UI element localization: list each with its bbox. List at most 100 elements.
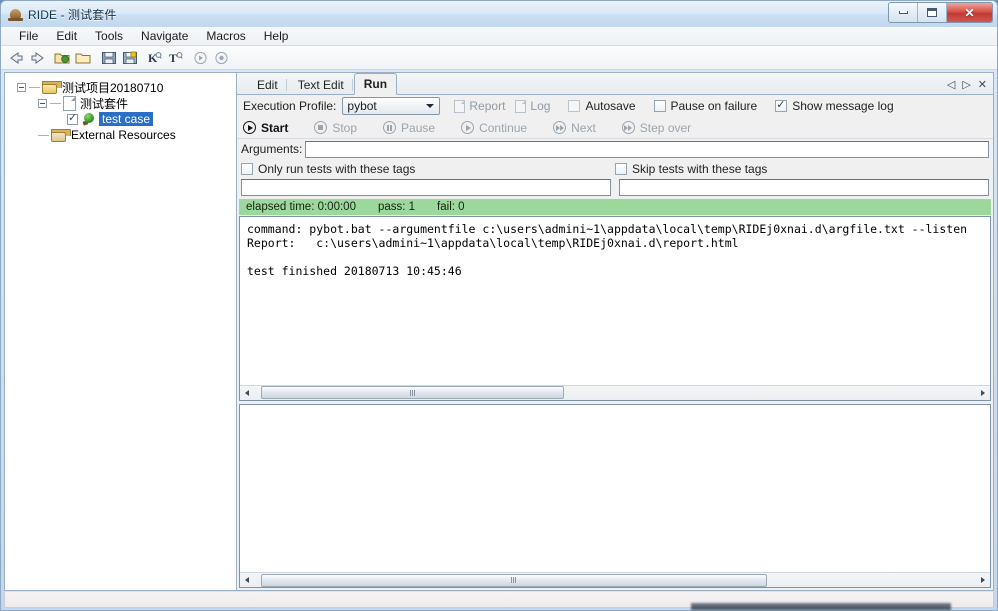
pause-on-failure-checkbox[interactable]: Pause on failure <box>653 99 758 113</box>
tab-prev-icon[interactable]: ◁ <box>947 80 955 91</box>
menu-tools[interactable]: Tools <box>86 27 132 46</box>
scroll-track[interactable] <box>254 573 976 587</box>
forward-arrow-icon[interactable] <box>28 48 47 67</box>
tag-filter-inputs <box>237 178 993 197</box>
console-horizontal-scrollbar[interactable] <box>240 384 990 400</box>
arguments-row: Arguments: <box>237 139 993 159</box>
scroll-thumb[interactable] <box>261 573 767 587</box>
tree-item-project[interactable]: 测试项目20180710 <box>5 79 236 95</box>
window-title: RIDE - 测试套件 <box>28 7 117 22</box>
menu-macros[interactable]: Macros <box>197 27 254 46</box>
workspace: 测试项目20180710 测试套件 test case External Re <box>1 70 997 591</box>
tab-next-icon[interactable]: ▷ <box>962 80 970 91</box>
stop-label: Stop <box>332 120 358 135</box>
title-bar: RIDE - 测试套件 ✕ <box>1 1 997 27</box>
menu-bar: File Edit Tools Navigate Macros Help <box>1 27 997 46</box>
editor-tabs: Edit Text Edit Run ◁ ▷ ✕ <box>237 73 993 95</box>
step-over-button[interactable]: Step over <box>621 120 692 135</box>
execution-profile-label: Execution Profile: <box>243 99 337 113</box>
message-log-panel <box>239 403 991 588</box>
exclude-tags-box-icon <box>615 162 627 175</box>
autosave-label: Autosave <box>585 99 636 113</box>
ride-main-window: RIDE - 测试套件 ✕ File Edit Tools Navigate M… <box>0 0 998 611</box>
run-icon[interactable] <box>191 48 210 67</box>
play-icon <box>243 121 256 134</box>
include-tags-input[interactable] <box>241 179 611 196</box>
pause-on-failure-box-icon <box>653 100 666 112</box>
expander-icon[interactable] <box>38 98 47 108</box>
back-arrow-icon[interactable] <box>7 48 26 67</box>
save-icon[interactable] <box>99 48 118 67</box>
show-message-log-label: Show message log <box>792 99 894 113</box>
tag-filter-row: Only run tests with these tags Skip test… <box>237 159 993 178</box>
tree-item-label: 测试套件 <box>80 96 129 111</box>
report-button[interactable]: Report <box>454 99 505 113</box>
message-log-text[interactable] <box>240 404 990 572</box>
open-directory-icon[interactable] <box>53 48 72 67</box>
suite-file-icon <box>63 95 76 111</box>
menu-navigate[interactable]: Navigate <box>132 27 197 46</box>
exclude-tags-column: Skip tests with these tags <box>615 162 989 176</box>
elapsed-time-text: elapsed time: 0:00:00 <box>246 201 356 213</box>
taskbar-edge <box>691 603 951 610</box>
show-message-log-checkbox[interactable]: Show message log <box>775 98 894 113</box>
tab-text-edit[interactable]: Text Edit <box>288 74 354 95</box>
exclude-tags-checkbox[interactable]: Skip tests with these tags <box>615 162 767 176</box>
expander-icon[interactable] <box>17 82 26 92</box>
tree-item-suite[interactable]: 测试套件 <box>5 95 236 111</box>
scroll-left-icon[interactable] <box>240 574 254 587</box>
include-tags-box-icon <box>241 162 253 175</box>
scroll-right-icon[interactable] <box>976 574 990 587</box>
menu-edit[interactable]: Edit <box>47 27 86 46</box>
toolbar: K T <box>1 46 997 70</box>
arguments-input[interactable] <box>305 140 989 158</box>
testcase-icon <box>82 112 96 126</box>
tab-run[interactable]: Run <box>353 73 398 95</box>
log-label: Log <box>530 99 551 113</box>
pause-button[interactable]: Pause <box>383 121 435 135</box>
minimize-button[interactable] <box>889 3 918 22</box>
next-button[interactable]: Next <box>553 121 596 135</box>
log-button[interactable]: Log <box>515 99 550 113</box>
menu-file[interactable]: File <box>10 27 47 46</box>
pause-on-failure-label: Pause on failure <box>670 99 758 113</box>
menu-help[interactable]: Help <box>255 27 298 46</box>
keyword-search-icon[interactable]: K <box>145 48 164 67</box>
chevron-down-icon[interactable] <box>422 98 437 114</box>
console-output-panel: command: pybot.bat --argumentfile c:\use… <box>239 216 991 401</box>
stop-button[interactable]: Stop <box>314 121 357 135</box>
continue-button[interactable]: Continue <box>461 121 527 135</box>
execution-profile-select[interactable]: pybot <box>342 97 441 115</box>
scroll-track[interactable] <box>254 386 976 399</box>
scroll-right-icon[interactable] <box>976 386 990 399</box>
console-output-text: command: pybot.bat --argumentfile c:\use… <box>247 222 968 278</box>
tree-item-testcase[interactable]: test case <box>5 111 236 127</box>
start-button[interactable]: Start <box>243 121 288 135</box>
project-tree-panel[interactable]: 测试项目20180710 测试套件 test case External Re <box>4 72 236 591</box>
include-tags-checkbox[interactable]: Only run tests with these tags <box>241 162 415 176</box>
open-folder-icon[interactable] <box>74 48 93 67</box>
show-message-log-box-icon <box>775 98 788 112</box>
scroll-thumb[interactable] <box>261 386 565 399</box>
fail-count-text: fail: 0 <box>437 201 465 213</box>
next-label: Next <box>571 120 596 135</box>
step-over-label: Step over <box>639 120 692 135</box>
continue-label: Continue <box>479 120 528 135</box>
tab-close-icon[interactable]: ✕ <box>978 80 987 91</box>
stop-icon <box>314 121 328 134</box>
test-search-icon[interactable]: T <box>166 48 185 67</box>
testcase-checkbox[interactable] <box>67 112 78 125</box>
scroll-left-icon[interactable] <box>240 386 254 399</box>
tab-edit[interactable]: Edit <box>247 74 288 95</box>
autosave-checkbox[interactable]: Autosave <box>568 99 636 113</box>
project-tree: 测试项目20180710 测试套件 test case External Re <box>5 73 236 143</box>
maximize-button[interactable] <box>918 3 947 22</box>
tree-item-label: External Resources <box>71 128 176 142</box>
debug-icon[interactable] <box>212 48 231 67</box>
save-all-icon[interactable] <box>120 48 139 67</box>
close-button[interactable]: ✕ <box>947 3 992 22</box>
message-log-horizontal-scrollbar[interactable] <box>240 572 990 587</box>
exclude-tags-input[interactable] <box>619 179 989 196</box>
execution-profile-row: Execution Profile: pybot Report Log Auto… <box>237 95 993 117</box>
tree-item-external-resources[interactable]: External Resources <box>5 127 236 143</box>
